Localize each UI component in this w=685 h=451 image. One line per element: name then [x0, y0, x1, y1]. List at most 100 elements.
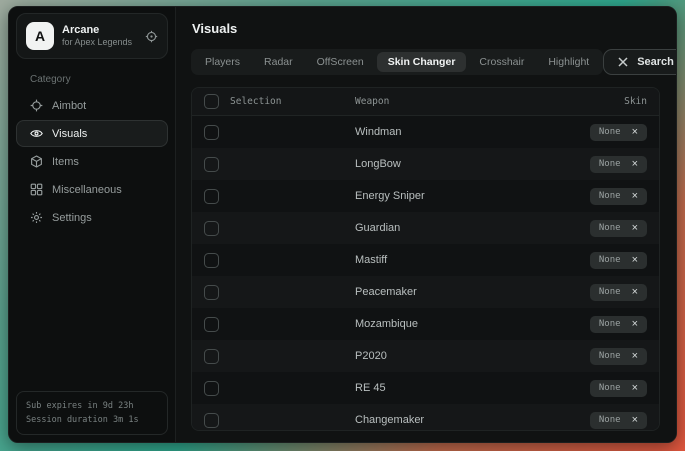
- table-row: Energy Sniper None ×: [192, 180, 659, 212]
- table-row: P2020 None ×: [192, 340, 659, 372]
- main-panel: Visuals Players Radar OffScreen Skin Cha…: [176, 7, 676, 442]
- header-weapon: Weapon: [355, 96, 517, 107]
- sidebar-item-miscellaneous[interactable]: Miscellaneous: [16, 176, 168, 203]
- skin-table: Selection Weapon Skin Windman None × Long…: [191, 87, 660, 431]
- select-all-checkbox[interactable]: [204, 94, 219, 109]
- header-selection: Selection: [230, 96, 355, 107]
- weapon-name: Guardian: [355, 222, 517, 234]
- session-duration: Session duration 3m 1s: [26, 413, 158, 427]
- skin-value: None: [599, 351, 621, 361]
- tab-crosshair[interactable]: Crosshair: [468, 52, 535, 72]
- skin-value: None: [599, 415, 621, 425]
- tab-offscreen[interactable]: OffScreen: [306, 52, 375, 72]
- table-row: LongBow None ×: [192, 148, 659, 180]
- skin-select-badge[interactable]: None ×: [590, 156, 647, 173]
- clear-skin-icon[interactable]: ×: [632, 383, 638, 394]
- row-checkbox[interactable]: [204, 221, 219, 236]
- skin-select-badge[interactable]: None ×: [590, 348, 647, 365]
- page-title: Visuals: [192, 21, 660, 36]
- skin-value: None: [599, 223, 621, 233]
- sidebar-item-label: Items: [52, 156, 79, 168]
- skin-value: None: [599, 191, 621, 201]
- gear-icon: [30, 211, 43, 224]
- row-checkbox[interactable]: [204, 381, 219, 396]
- sidebar-item-label: Visuals: [52, 128, 87, 140]
- table-row: Peacemaker None ×: [192, 276, 659, 308]
- search-button[interactable]: Search: [603, 49, 677, 75]
- row-checkbox[interactable]: [204, 349, 219, 364]
- weapon-name: Changemaker: [355, 414, 517, 426]
- grid-icon: [30, 183, 43, 196]
- box-icon: [30, 155, 43, 168]
- eye-icon: [30, 127, 43, 140]
- table-row: Mastiff None ×: [192, 244, 659, 276]
- row-checkbox[interactable]: [204, 317, 219, 332]
- skin-select-badge[interactable]: None ×: [590, 252, 647, 269]
- weapon-name: Energy Sniper: [355, 190, 517, 202]
- clear-skin-icon[interactable]: ×: [632, 351, 638, 362]
- row-checkbox[interactable]: [204, 157, 219, 172]
- row-checkbox[interactable]: [204, 125, 219, 140]
- clear-skin-icon[interactable]: ×: [632, 255, 638, 266]
- skin-select-badge[interactable]: None ×: [590, 188, 647, 205]
- row-checkbox[interactable]: [204, 189, 219, 204]
- sidebar-item-label: Aimbot: [52, 100, 86, 112]
- crosshair-icon: [30, 99, 43, 112]
- skin-select-badge[interactable]: None ×: [590, 380, 647, 397]
- toolbar: Players Radar OffScreen Skin Changer Cro…: [191, 49, 660, 75]
- sidebar-item-aimbot[interactable]: Aimbot: [16, 92, 168, 119]
- category-label: Category: [30, 74, 175, 85]
- table-row: Changemaker None ×: [192, 404, 659, 431]
- skin-select-badge[interactable]: None ×: [590, 316, 647, 333]
- sidebar-item-items[interactable]: Items: [16, 148, 168, 175]
- table-row: Guardian None ×: [192, 212, 659, 244]
- tab-radar[interactable]: Radar: [253, 52, 304, 72]
- weapon-name: Peacemaker: [355, 286, 517, 298]
- tab-players[interactable]: Players: [194, 52, 251, 72]
- tab-bar: Players Radar OffScreen Skin Changer Cro…: [191, 49, 603, 75]
- skin-value: None: [599, 159, 621, 169]
- skin-select-badge[interactable]: None ×: [590, 284, 647, 301]
- tab-highlight[interactable]: Highlight: [537, 52, 600, 72]
- skin-value: None: [599, 127, 621, 137]
- clear-skin-icon[interactable]: ×: [632, 127, 638, 138]
- row-checkbox[interactable]: [204, 413, 219, 428]
- weapon-name: LongBow: [355, 158, 517, 170]
- clear-skin-icon[interactable]: ×: [632, 415, 638, 426]
- search-button-label: Search: [637, 56, 674, 68]
- weapon-name: P2020: [355, 350, 517, 362]
- skin-value: None: [599, 255, 621, 265]
- skin-select-badge[interactable]: None ×: [590, 412, 647, 429]
- brand-card: A Arcane for Apex Legends: [16, 13, 168, 59]
- table-row: RE 45 None ×: [192, 372, 659, 404]
- app-subtitle: for Apex Legends: [62, 37, 132, 48]
- table-row: Windman None ×: [192, 116, 659, 148]
- clear-skin-icon[interactable]: ×: [632, 191, 638, 202]
- weapon-name: Windman: [355, 126, 517, 138]
- weapon-name: RE 45: [355, 382, 517, 394]
- subscription-info: Sub expires in 9d 23h Session duration 3…: [16, 391, 168, 435]
- clear-skin-icon[interactable]: ×: [632, 287, 638, 298]
- weapon-name: Mastiff: [355, 254, 517, 266]
- skin-select-badge[interactable]: None ×: [590, 220, 647, 237]
- sub-expiry: Sub expires in 9d 23h: [26, 399, 158, 413]
- row-checkbox[interactable]: [204, 253, 219, 268]
- clear-skin-icon[interactable]: ×: [632, 159, 638, 170]
- search-icon: [618, 57, 628, 67]
- skin-value: None: [599, 319, 621, 329]
- tab-skin-changer[interactable]: Skin Changer: [377, 52, 467, 72]
- weapon-name: Mozambique: [355, 318, 517, 330]
- sidebar: A Arcane for Apex Legends Category: [9, 7, 176, 442]
- sidebar-item-visuals[interactable]: Visuals: [16, 120, 168, 147]
- clear-skin-icon[interactable]: ×: [632, 223, 638, 234]
- skin-value: None: [599, 287, 621, 297]
- clear-skin-icon[interactable]: ×: [632, 319, 638, 330]
- skin-value: None: [599, 383, 621, 393]
- header-skin: Skin: [517, 96, 647, 107]
- skin-select-badge[interactable]: None ×: [590, 124, 647, 141]
- table-header: Selection Weapon Skin: [192, 88, 659, 116]
- sidebar-item-settings[interactable]: Settings: [16, 204, 168, 231]
- app-window: A Arcane for Apex Legends Category: [8, 6, 677, 443]
- row-checkbox[interactable]: [204, 285, 219, 300]
- target-settings-icon[interactable]: [145, 30, 158, 43]
